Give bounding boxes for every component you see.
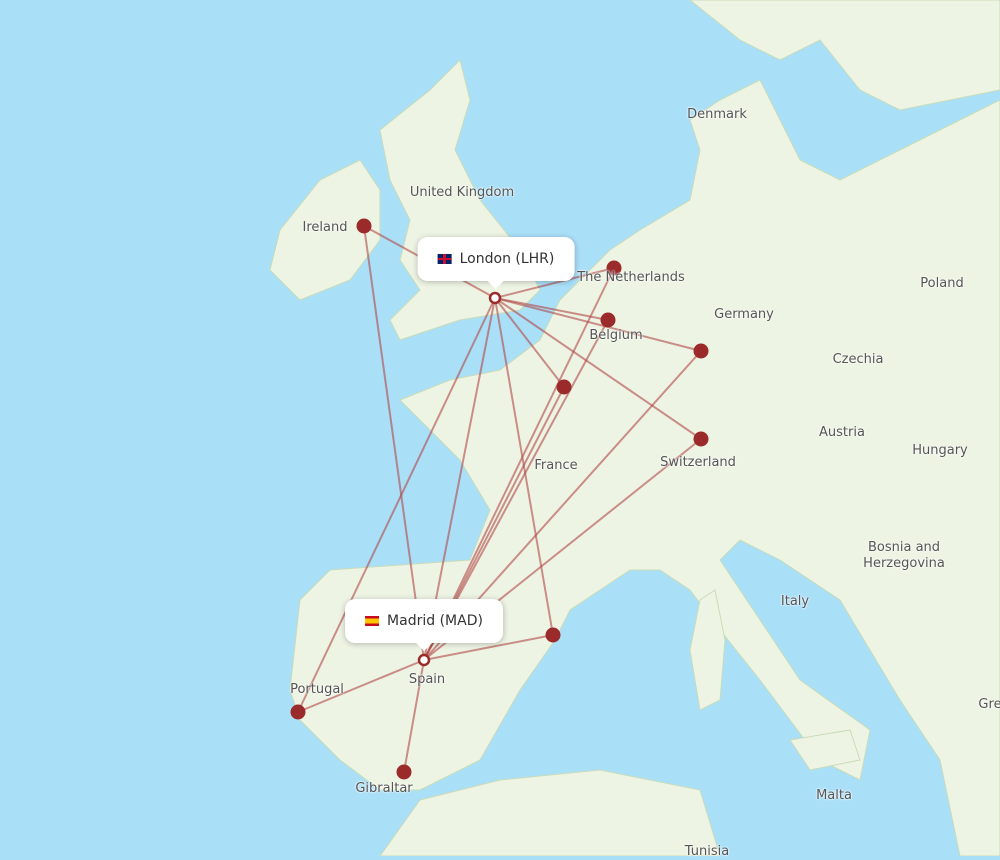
place-label: France <box>534 458 578 473</box>
lhr-callout[interactable]: London (LHR) <box>417 237 575 289</box>
place-label: Hungary <box>912 443 968 458</box>
place-label: Belgium <box>589 328 643 343</box>
land <box>269 0 1000 856</box>
mad-callout[interactable]: Madrid (MAD) <box>345 599 503 651</box>
place-label: Poland <box>920 276 964 291</box>
destination-marker[interactable] <box>600 312 616 328</box>
destination-marker[interactable] <box>396 764 412 780</box>
spain-flag-icon <box>365 616 380 626</box>
place-label: Italy <box>780 594 810 609</box>
uk-flag-icon <box>437 254 452 264</box>
destination-marker[interactable] <box>356 218 372 234</box>
place-label: Denmark <box>687 107 747 122</box>
place-label: Gre <box>978 697 1000 712</box>
place-label: Ireland <box>302 220 348 235</box>
destination-marker[interactable] <box>693 431 709 447</box>
place-label: Portugal <box>290 682 344 697</box>
destination-marker[interactable] <box>556 379 572 395</box>
place-label: Malta <box>816 788 852 803</box>
origin-marker[interactable] <box>488 291 502 305</box>
destination-marker[interactable] <box>693 343 709 359</box>
place-label: Germany <box>714 307 774 322</box>
place-label: Spain <box>408 672 446 687</box>
place-label: Tunisia <box>684 844 730 859</box>
place-label: Austria <box>819 425 865 440</box>
place-label: United Kingdom <box>409 185 515 200</box>
place-label: Switzerland <box>660 455 736 470</box>
lhr-label: London (LHR) <box>459 251 555 267</box>
destination-marker[interactable] <box>290 704 306 720</box>
place-label: Gibraltar <box>355 781 413 796</box>
place-label: The Netherlands <box>577 270 685 285</box>
origin-marker[interactable] <box>417 653 431 667</box>
place-label: Bosnia and Herzegovina <box>863 540 945 571</box>
place-label: Czechia <box>832 352 884 367</box>
mad-label: Madrid (MAD) <box>387 613 483 629</box>
destination-marker[interactable] <box>545 627 561 643</box>
